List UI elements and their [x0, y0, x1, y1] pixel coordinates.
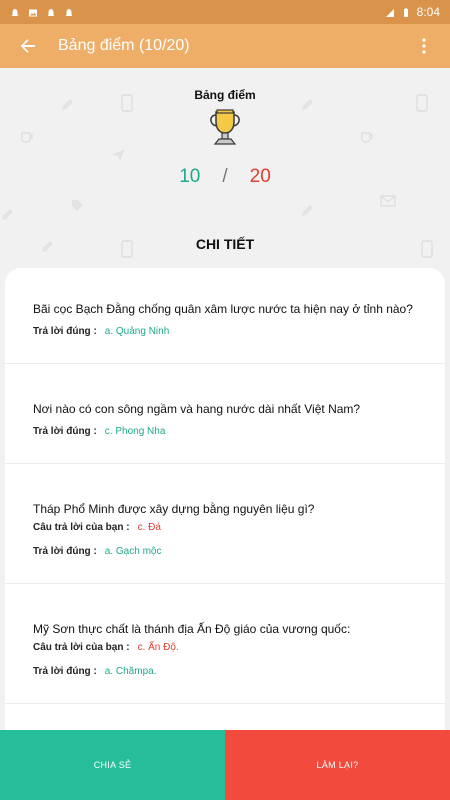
correct-answer-value: a. Gạch mộc — [104, 546, 162, 557]
correct-answer-label: Trả lời đúng : — [33, 426, 97, 437]
notification-bell-icon-2 — [46, 7, 56, 17]
question-text: Mỹ Sơn thực chất là thánh địa Ấn Độ giáo… — [33, 622, 351, 636]
share-button[interactable]: CHIA SẺ — [0, 730, 225, 800]
page-title: Bảng điểm (10/20) — [58, 37, 190, 54]
list-item: Bãi cọc Bạch Đằng chống quân xâm lược nư… — [5, 268, 445, 364]
list-item: Mỹ Sơn thực chất là thánh địa Ấn Độ giáo… — [5, 584, 445, 704]
question-text: Bãi cọc Bạch Đằng chống quân xâm lược nư… — [33, 302, 413, 316]
correct-answer-label: Trả lời đúng : — [33, 326, 97, 337]
your-answer-label: Câu trả lời của bạn : — [33, 522, 130, 533]
correct-answer-line: Trả lời đúng : c. Phong Nha — [33, 426, 165, 437]
mail-icon — [380, 195, 396, 207]
list-item: Tháp Phổ Minh được xây dựng bằng nguyên … — [5, 464, 445, 584]
notification-bell-icon — [10, 7, 20, 17]
your-answer-line: Câu trả lời của bạn : c. Đá — [33, 522, 161, 533]
detail-title: CHI TIẾT — [195, 236, 255, 252]
pencil-icon-4 — [2, 209, 13, 220]
score-title: Bảng điểm — [194, 88, 256, 102]
tag-icon — [72, 200, 83, 211]
correct-answer-label: Trả lời đúng : — [33, 546, 97, 557]
correct-answer-value: c. Phong Nha — [104, 426, 166, 437]
bottom-action-bar: CHIA SẺ LÀM LẠI? — [0, 730, 450, 800]
send-icon — [111, 149, 125, 161]
your-answer-label: Câu trả lời của bạn : — [33, 642, 130, 653]
correct-answer-value: a. Chămpa. — [104, 666, 157, 677]
correct-answer-line: Trả lời đúng : a. Quảng Ninh — [33, 326, 169, 337]
list-item: Nơi nào có con sông ngầm và hang nước dà… — [5, 364, 445, 464]
score-header: Bảng điểm — [0, 88, 450, 150]
question-list[interactable]: Bãi cọc Bạch Đằng chống quân xâm lược nư… — [5, 268, 445, 738]
pencil-icon-3 — [302, 205, 313, 216]
score-total: 20 — [249, 166, 271, 187]
question-text: Nơi nào có con sông ngầm và hang nước dà… — [33, 402, 361, 416]
signal-icon — [385, 7, 395, 17]
more-vert-icon[interactable] — [412, 32, 436, 60]
battery-icon — [401, 7, 411, 17]
your-answer-line: Câu trả lời của bạn : c. Ấn Độ. — [33, 642, 179, 653]
notification-bell-icon-3 — [64, 7, 74, 17]
question-text: Tháp Phổ Minh được xây dựng bằng nguyên … — [33, 502, 315, 516]
back-arrow-icon[interactable] — [14, 32, 42, 60]
image-icon — [28, 7, 38, 17]
status-time: 8:04 — [416, 5, 440, 19]
your-answer-value: c. Đá — [137, 522, 161, 533]
trophy-icon — [203, 106, 247, 150]
app-bar: Bảng điểm (10/20) — [0, 24, 450, 68]
correct-answer-value: a. Quảng Ninh — [104, 326, 170, 337]
score-correct: 10 — [179, 166, 201, 187]
correct-answer-line: Trả lời đúng : a. Chămpa. — [33, 666, 156, 677]
status-bar: 8:04 — [0, 0, 450, 24]
your-answer-value: c. Ấn Độ. — [137, 642, 179, 653]
score-separator: / — [222, 166, 228, 187]
correct-answer-label: Trả lời đúng : — [33, 666, 97, 677]
retry-button[interactable]: LÀM LẠI? — [225, 730, 450, 800]
score-row: 10 / 20 — [0, 166, 450, 188]
correct-answer-line: Trả lời đúng : a. Gạch mộc — [33, 546, 161, 557]
